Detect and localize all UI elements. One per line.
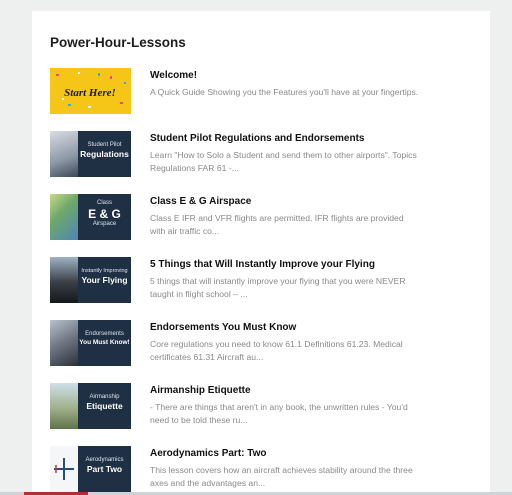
thumb-big-label: Part Two [86, 464, 123, 474]
lesson-title[interactable]: Endorsements You Must Know [150, 322, 296, 333]
map-image [50, 194, 78, 240]
lesson-title[interactable]: Aerodynamics Part: Two [150, 448, 267, 459]
photo-image [50, 131, 78, 177]
lesson-item-aerodynamics[interactable]: Aerodynamics Part Two Aerodynamics Part:… [50, 446, 480, 495]
confetti-image: Start Here! [56, 72, 126, 108]
lesson-title[interactable]: Student Pilot Regulations and Endorsemen… [150, 133, 364, 144]
thumb-small-label: Instantly Improving [81, 268, 128, 274]
lessons-card: Power-Hour-Lessons Start Here! Welcome! … [32, 11, 490, 495]
section-title: Power-Hour-Lessons [50, 35, 186, 50]
thumb-panel: Airmanship Etiquette [78, 383, 131, 429]
thumb-panel: Aerodynamics Part Two [78, 446, 131, 492]
pilot-image [50, 320, 78, 366]
lesson-description: - There are things that aren't in any bo… [150, 402, 408, 425]
lesson-item-endorsements[interactable]: Endorsements You Must Know! Endorsements… [50, 320, 480, 372]
thumb-small-label: Aerodynamics [85, 457, 124, 463]
aircraft-diagram-image [50, 446, 78, 492]
lesson-thumbnail[interactable]: Aerodynamics Part Two [50, 446, 131, 492]
lesson-item-airmanship[interactable]: Airmanship Etiquette Airmanship Etiquett… [50, 383, 480, 435]
lesson-description: 5 things that will instantly improve you… [150, 276, 406, 299]
lesson-thumbnail[interactable]: Airmanship Etiquette [50, 383, 131, 429]
airplane-icon [54, 458, 74, 480]
thumb-panel: Instantly Improving Your Flying [78, 257, 131, 303]
thumb-panel: Class E & G Airspace [78, 194, 131, 240]
lesson-item-student-pilot[interactable]: Student Pilot Regulations Student Pilot … [50, 131, 480, 183]
lesson-item-welcome[interactable]: Start Here! Welcome! A Quick Guide Showi… [50, 68, 480, 120]
lesson-thumbnail[interactable]: Instantly Improving Your Flying [50, 257, 131, 303]
lesson-thumbnail[interactable]: Student Pilot Regulations [50, 131, 131, 177]
thumb-big-label: Etiquette [86, 401, 123, 411]
lesson-description: Core regulations you need to know 61.1 D… [150, 339, 403, 362]
lesson-description: A Quick Guide Showing you the Features y… [150, 87, 419, 97]
lesson-thumbnail[interactable]: Endorsements You Must Know! [50, 320, 131, 366]
thumb-small-label: Class [96, 200, 112, 206]
lesson-item-improve-flying[interactable]: Instantly Improving Your Flying 5 Things… [50, 257, 480, 309]
lesson-description: This lesson covers how an aircraft achie… [150, 465, 413, 488]
thumb-big-label: Your Flying [81, 275, 128, 285]
thumb-big-label: E & G [88, 207, 121, 221]
thumb-small-label: Airmanship [89, 394, 120, 400]
lesson-description: Class E IFR and VFR flights are permitte… [150, 213, 404, 236]
thumb-panel: Student Pilot Regulations [78, 131, 131, 177]
thumb-big-label: Regulations [80, 149, 129, 159]
airfield-image [50, 383, 78, 429]
thumb-extra-label: Airspace [92, 221, 117, 227]
lesson-description: Learn "How to Solo a Student and send th… [150, 150, 417, 173]
thumb-small-label: Endorsements [85, 331, 124, 337]
lesson-title[interactable]: Airmanship Etiquette [150, 385, 251, 396]
thumb-small-label: Student Pilot [87, 142, 122, 148]
lesson-item-airspace[interactable]: Class E & G Airspace Class E & G Airspac… [50, 194, 480, 246]
lesson-title[interactable]: Welcome! [150, 70, 197, 81]
cockpit-image [50, 257, 78, 303]
lesson-title[interactable]: 5 Things that Will Instantly Improve you… [150, 259, 375, 270]
lesson-title[interactable]: Class E & G Airspace [150, 196, 251, 207]
thumb-label: Start Here! [64, 87, 116, 99]
lesson-thumbnail[interactable]: Class E & G Airspace [50, 194, 131, 240]
thumb-big-label: You Must Know! [79, 339, 130, 346]
thumb-panel: Endorsements You Must Know! [78, 320, 131, 366]
lesson-thumbnail[interactable]: Start Here! [50, 68, 131, 114]
